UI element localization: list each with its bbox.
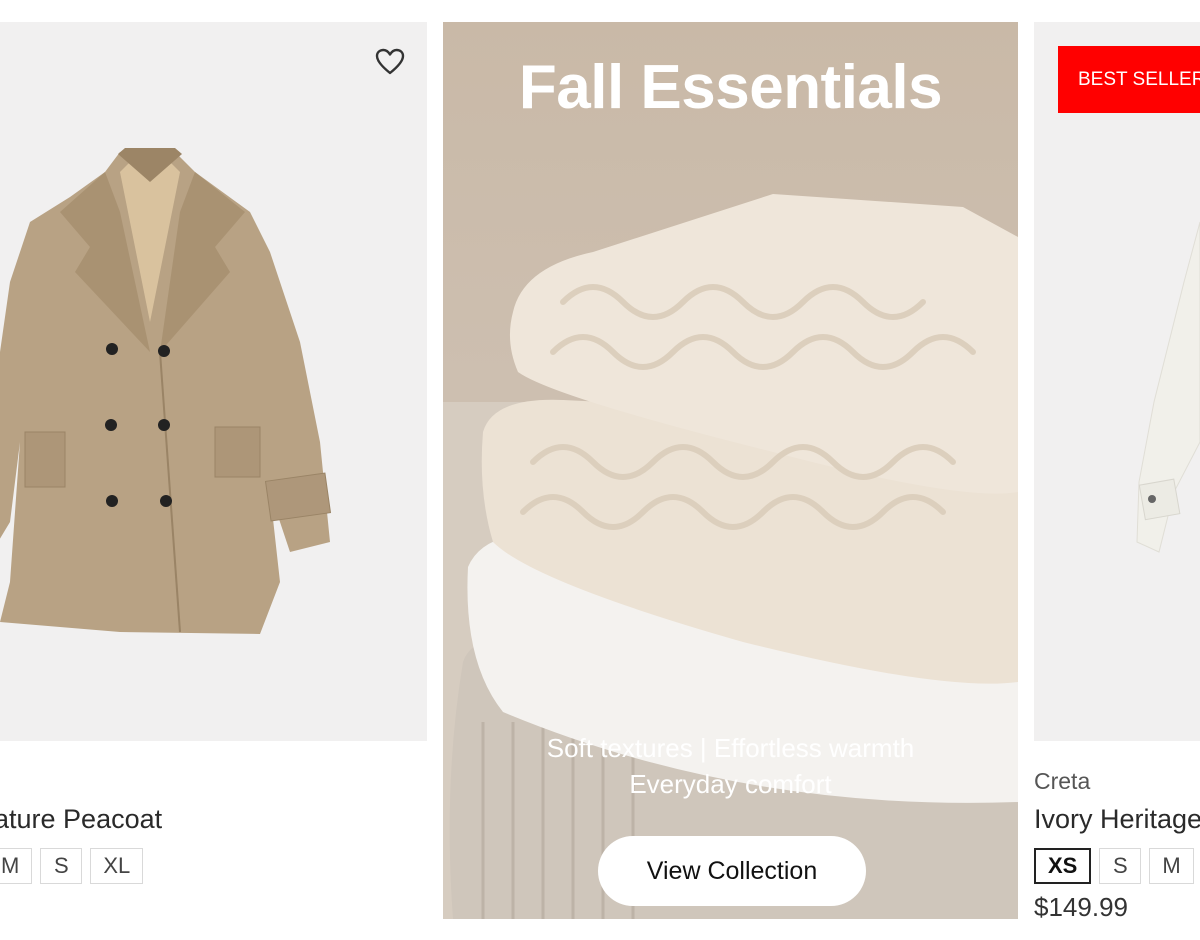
banner-title: Fall Essentials [518, 53, 943, 122]
banner-subtitle-line1: Soft textures | Effortless warmth [546, 733, 915, 763]
fall-essentials-banner[interactable]: Fall Essentials Soft textures | Effortle… [443, 22, 1018, 919]
heart-outline-icon[interactable] [375, 48, 405, 76]
ivory-jacket-image [1136, 221, 1200, 553]
product-title[interactable]: Ivory Heritage [1034, 804, 1200, 835]
product-image-peacoat[interactable] [0, 22, 427, 741]
size-option-xl[interactable]: XL [90, 848, 144, 884]
size-option-s[interactable]: S [40, 848, 83, 884]
size-option-m[interactable]: M [0, 848, 33, 884]
product-price: $149.99 [1034, 892, 1128, 922]
size-option-xs[interactable]: XS [1034, 848, 1092, 884]
product-image-ivory-heritage[interactable]: BEST SELLER [1034, 22, 1200, 741]
size-options: M S XL [0, 848, 144, 884]
peacoat-image [0, 148, 332, 634]
size-options: XS S M [1034, 848, 1194, 884]
product-card-peacoat[interactable]: ature Peacoat M S XL [0, 22, 427, 922]
best-seller-badge: BEST SELLER [1058, 46, 1200, 113]
size-option-m[interactable]: M [1149, 848, 1194, 884]
banner-subtitle-line2: Everyday comfort [629, 769, 832, 799]
product-brand: Creta [1034, 768, 1091, 794]
product-card-ivory-heritage[interactable]: BEST SELLER Creta Ivory Heritage XS S M … [1034, 22, 1200, 922]
size-option-s[interactable]: S [1099, 848, 1142, 884]
view-collection-button[interactable]: View Collection [598, 836, 866, 906]
product-title[interactable]: ature Peacoat [0, 804, 162, 835]
